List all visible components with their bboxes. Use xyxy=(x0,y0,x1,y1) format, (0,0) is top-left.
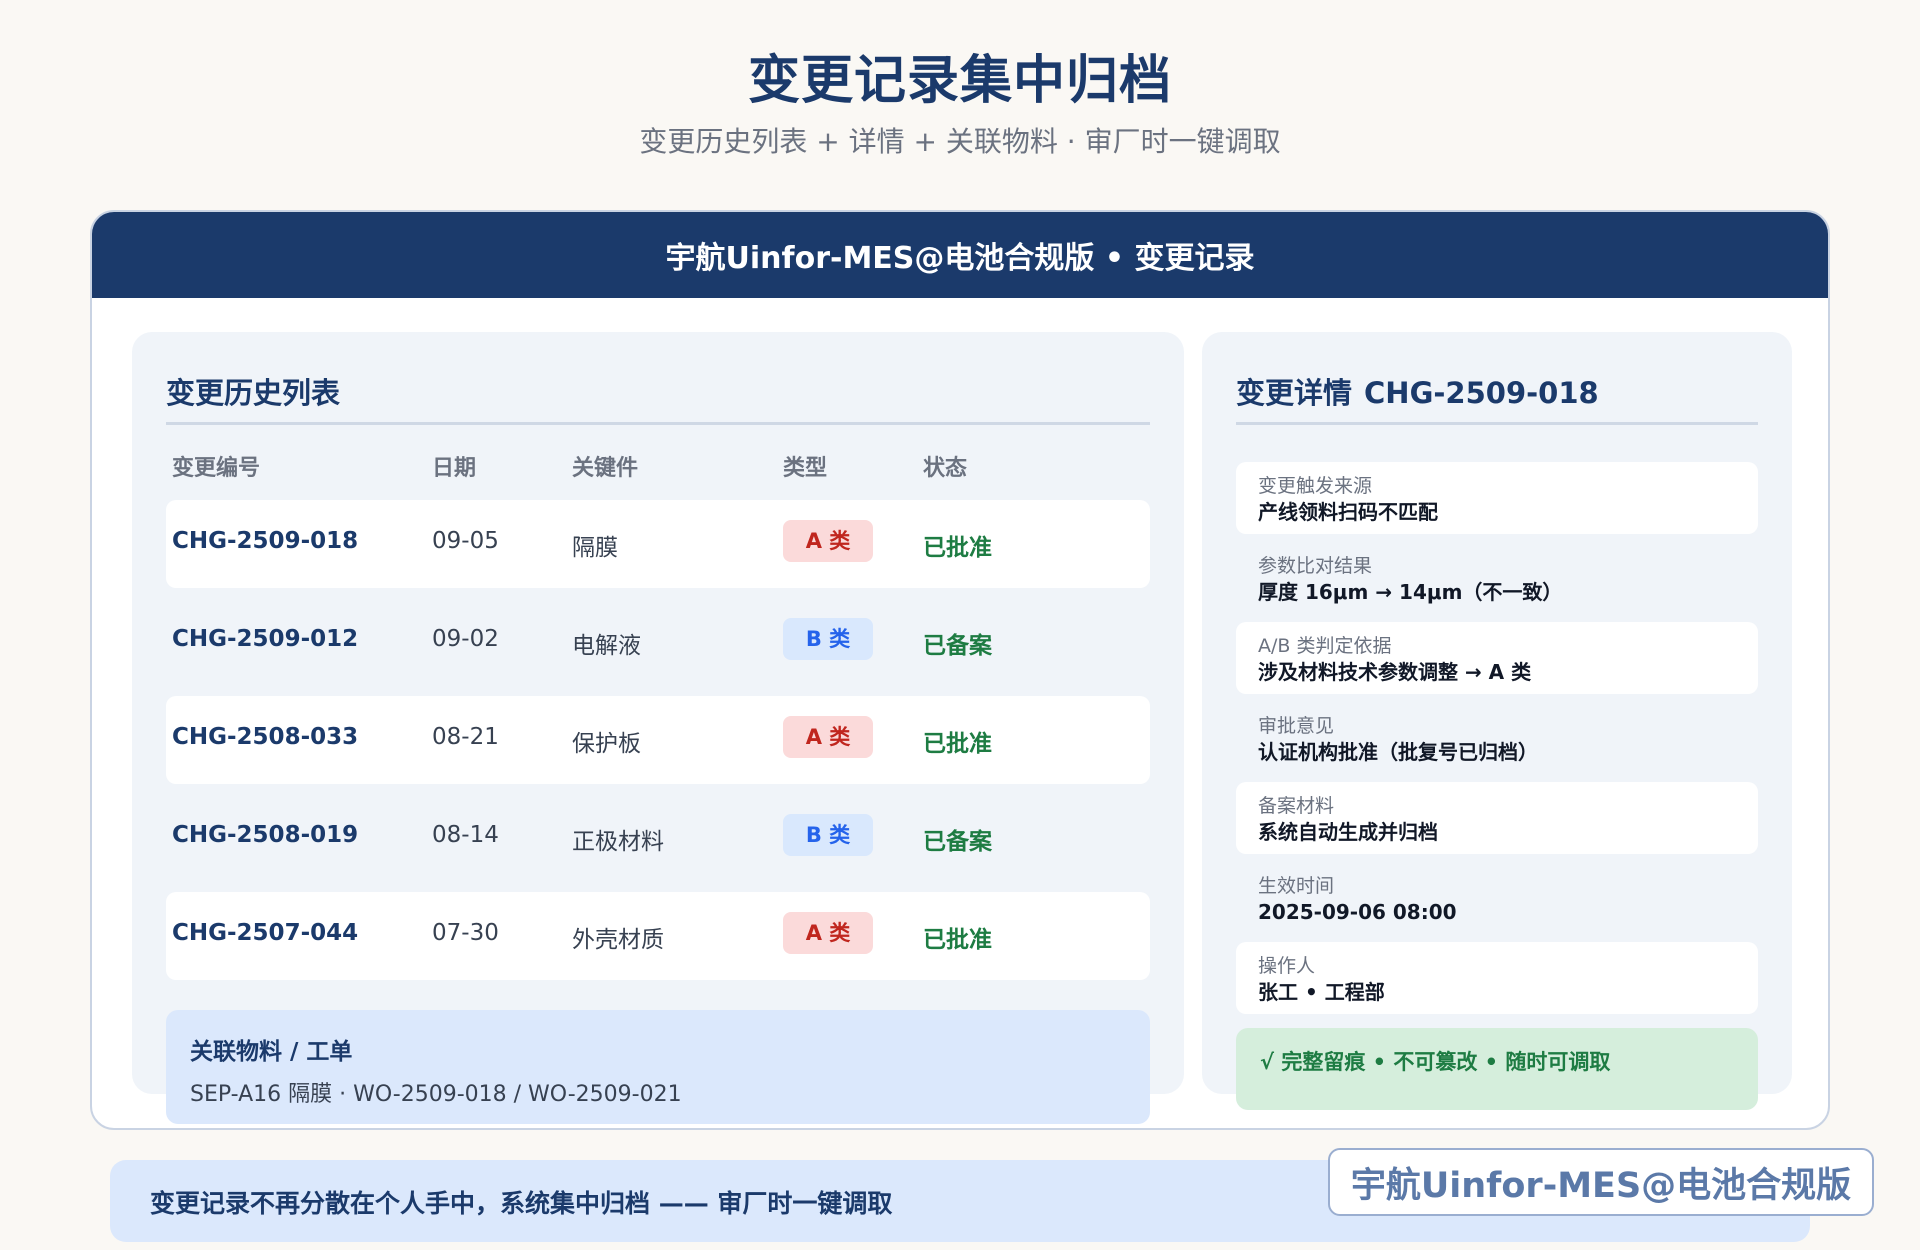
page-subtitle: 变更历史列表 + 详情 + 关联物料 · 审厂时一键调取 xyxy=(639,125,1281,158)
detail-title-label: 变更详情 xyxy=(1236,376,1353,410)
change-date: 08-14 xyxy=(432,822,499,848)
status-badge: 已批准 xyxy=(923,731,992,757)
table-row[interactable]: CHG-2508-019 08-14 正极材料 B 类 已备案 xyxy=(166,794,1150,882)
column-header-status: 状态 xyxy=(923,456,968,481)
table-row[interactable]: CHG-2507-044 07-30 外壳材质 A 类 已批准 xyxy=(166,892,1150,980)
card-header: 宇航Uinfor-MES@电池合规版 • 变更记录 xyxy=(92,212,1828,298)
detail-label: 变更触发来源 xyxy=(1258,475,1373,497)
change-detail-panel: 变更详情 CHG-2509-018 变更触发来源 产线领料扫码不匹配 参数比对结果… xyxy=(1202,332,1792,1110)
detail-item-classification-basis: A/B 类判定依据 涉及材料技术参数调整 → A 类 xyxy=(1236,622,1758,694)
table-row[interactable]: CHG-2509-012 09-02 电解液 B 类 已备案 xyxy=(166,598,1150,686)
column-header-type: 类型 xyxy=(783,456,828,481)
key-part: 外壳材质 xyxy=(572,927,664,953)
detail-item-effective-time: 生效时间 2025-09-06 08:00 xyxy=(1236,862,1758,934)
status-badge: 已备案 xyxy=(923,633,992,659)
detail-value: 认证机构批准（批复号已归档） xyxy=(1258,740,1538,764)
status-badge: 已备案 xyxy=(923,829,992,855)
change-id: CHG-2508-033 xyxy=(172,724,359,750)
detail-title: 变更详情 CHG-2509-018 xyxy=(1236,370,1599,412)
detail-value: 张工 • 工程部 xyxy=(1258,980,1385,1004)
type-badge: A 类 xyxy=(783,716,873,758)
footer-text: 变更记录不再分散在个人手中，系统集中归档 —— 审厂时一键调取 xyxy=(150,1189,893,1218)
history-title: 变更历史列表 xyxy=(166,376,341,410)
column-header-part: 关键件 xyxy=(572,456,639,481)
related-title: 关联物料 / 工单 xyxy=(190,1039,353,1065)
type-badge: B 类 xyxy=(783,814,873,856)
change-id: CHG-2509-012 xyxy=(172,626,359,652)
detail-label: 审批意见 xyxy=(1258,715,1335,737)
detail-value: 2025-09-06 08:00 xyxy=(1258,900,1457,924)
brand-watermark: 宇航Uinfor-MES@电池合规版 xyxy=(1328,1148,1874,1216)
detail-label: 备案材料 xyxy=(1258,795,1335,817)
detail-value: 系统自动生成并归档 xyxy=(1258,820,1438,844)
status-badge: 已批准 xyxy=(923,927,992,953)
detail-label: A/B 类判定依据 xyxy=(1258,635,1392,657)
detail-item-filing-materials: 备案材料 系统自动生成并归档 xyxy=(1236,782,1758,854)
detail-value: 厚度 16μm → 14μm（不一致） xyxy=(1258,580,1563,604)
change-date: 07-30 xyxy=(432,920,499,946)
key-part: 正极材料 xyxy=(572,829,664,855)
type-badge: A 类 xyxy=(783,520,873,562)
detail-item-approval-opinion: 审批意见 认证机构批准（批复号已归档） xyxy=(1236,702,1758,774)
related-text: SEP-A16 隔膜 · WO-2509-018 / WO-2509-021 xyxy=(190,1082,682,1107)
change-history-panel: 变更历史列表 变更编号 日期 关键件 类型 状态 CHG-2509-018 09… xyxy=(132,332,1184,1124)
related-materials-box: 关联物料 / 工单 SEP-A16 隔膜 · WO-2509-018 / WO-… xyxy=(166,1010,1150,1124)
change-id: CHG-2509-018 xyxy=(172,528,359,554)
status-badge: 已批准 xyxy=(923,535,992,561)
type-badge: A 类 xyxy=(783,912,873,954)
detail-label: 生效时间 xyxy=(1258,875,1335,897)
change-id: CHG-2507-044 xyxy=(172,920,359,946)
key-part: 隔膜 xyxy=(572,535,618,561)
detail-item-operator: 操作人 张工 • 工程部 xyxy=(1236,942,1758,1014)
main-card: 宇航Uinfor-MES@电池合规版 • 变更记录 变更历史列表 变更编号 日期… xyxy=(90,210,1830,1130)
detail-change-code: CHG-2509-018 xyxy=(1364,376,1599,410)
detail-item-trigger-source: 变更触发来源 产线领料扫码不匹配 xyxy=(1236,462,1758,534)
key-part: 保护板 xyxy=(572,731,641,757)
history-divider xyxy=(166,422,1150,425)
table-header: 变更编号 日期 关键件 类型 状态 xyxy=(166,450,1150,481)
change-date: 09-05 xyxy=(432,528,499,554)
change-date: 08-21 xyxy=(432,724,499,750)
detail-label: 参数比对结果 xyxy=(1258,555,1373,577)
key-part: 电解液 xyxy=(572,633,641,659)
detail-value: 产线领料扫码不匹配 xyxy=(1258,500,1438,524)
column-header-date: 日期 xyxy=(432,456,477,481)
change-date: 09-02 xyxy=(432,626,499,652)
change-id: CHG-2508-019 xyxy=(172,822,359,848)
traceability-badge: √ 完整留痕 • 不可篡改 • 随时可调取 xyxy=(1236,1028,1758,1110)
detail-item-param-compare: 参数比对结果 厚度 16μm → 14μm（不一致） xyxy=(1236,542,1758,614)
column-header-id: 变更编号 xyxy=(172,456,261,481)
detail-divider xyxy=(1236,422,1758,425)
page-title: 变更记录集中归档 xyxy=(747,51,1172,111)
type-badge: B 类 xyxy=(783,618,873,660)
table-row[interactable]: CHG-2509-018 09-05 隔膜 A 类 已批准 xyxy=(166,500,1150,588)
detail-value: 涉及材料技术参数调整 → A 类 xyxy=(1258,660,1532,684)
table-row[interactable]: CHG-2508-033 08-21 保护板 A 类 已批准 xyxy=(166,696,1150,784)
detail-label: 操作人 xyxy=(1258,955,1316,977)
